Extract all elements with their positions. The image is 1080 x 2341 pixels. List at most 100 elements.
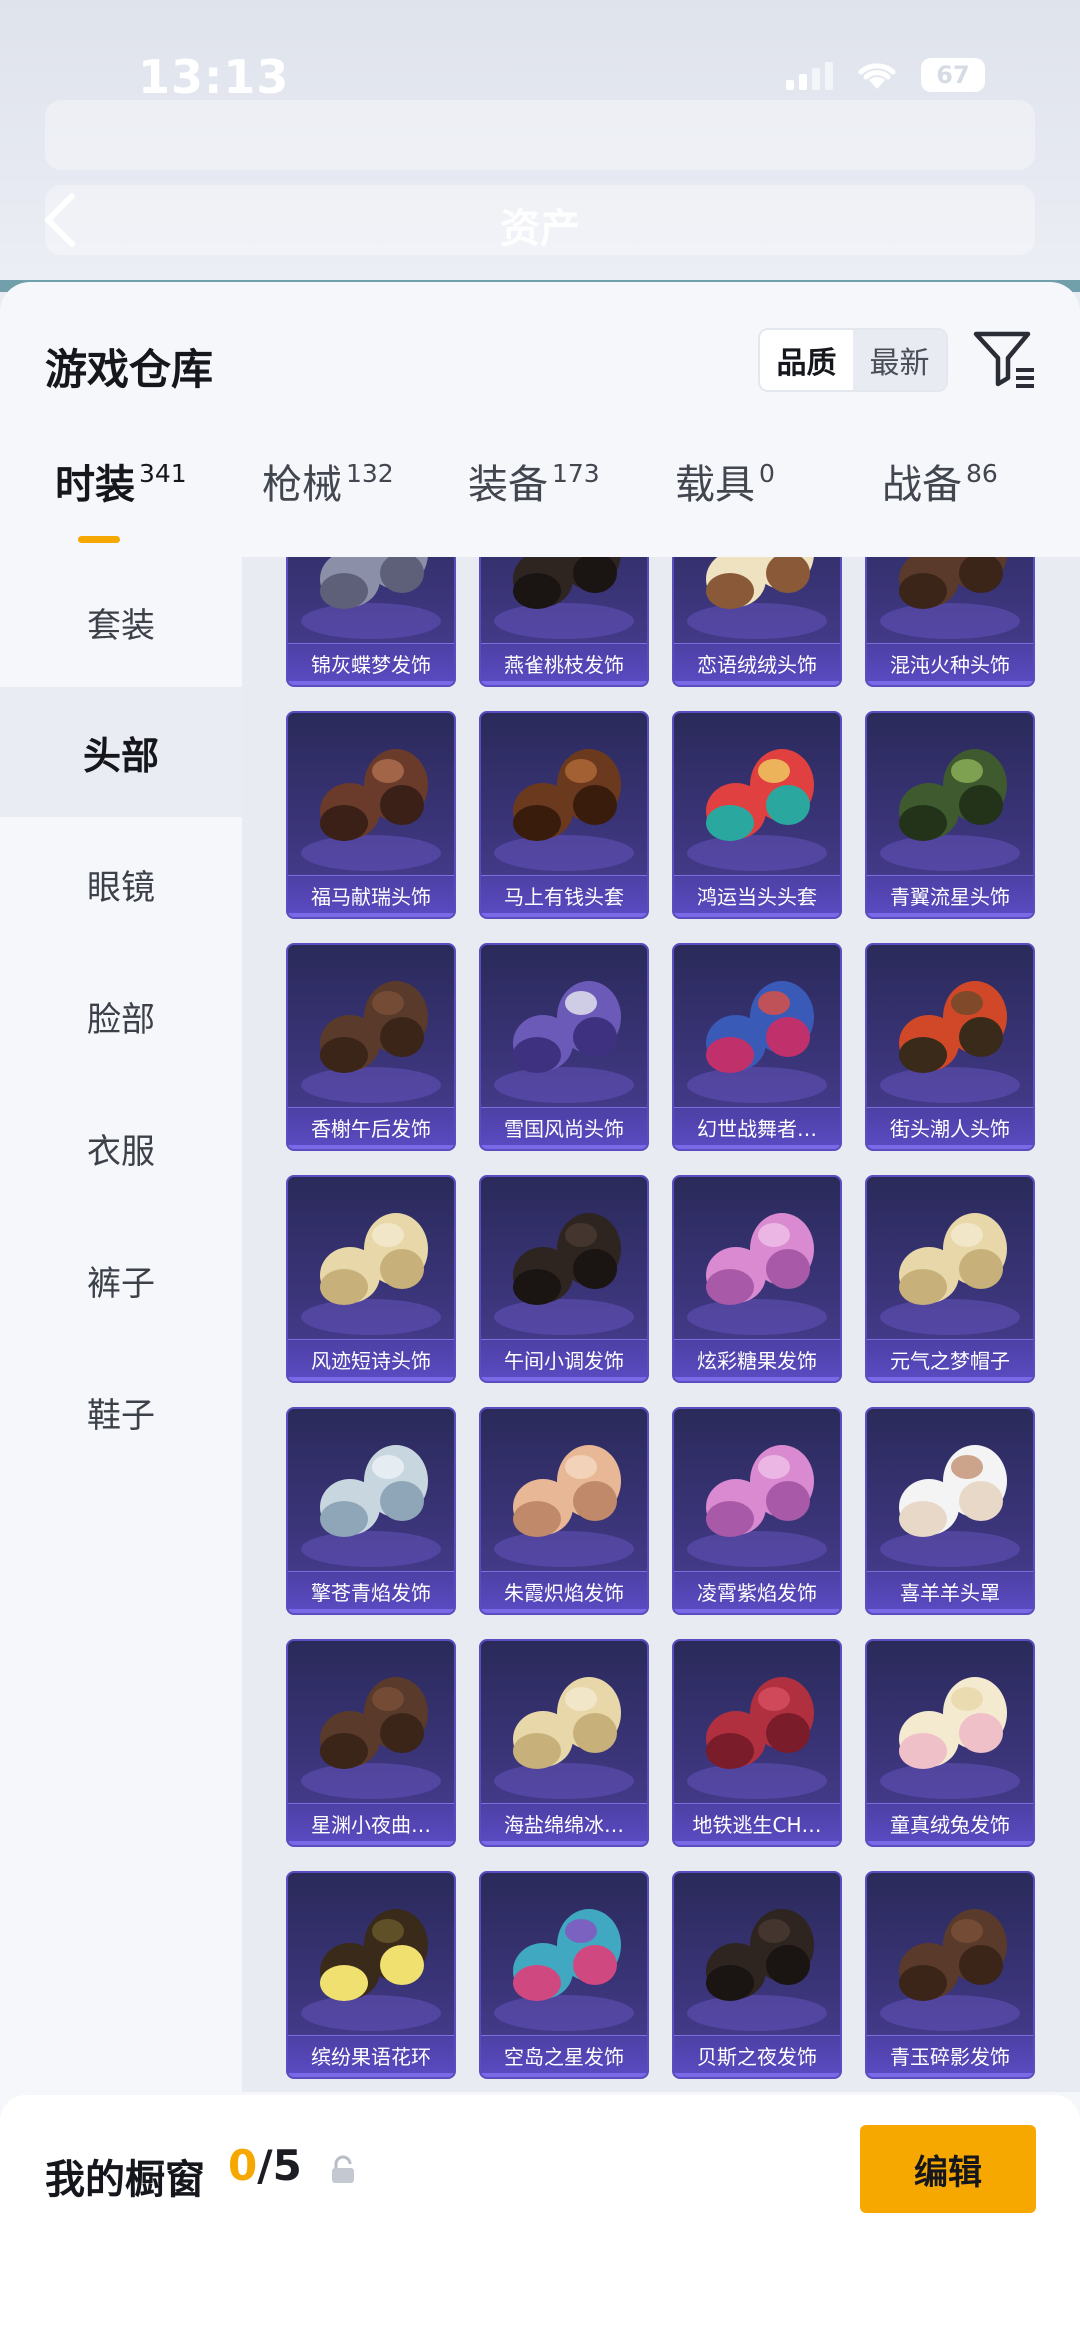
status-icons: 67 — [786, 58, 985, 92]
wifi-icon — [858, 63, 896, 89]
item-card[interactable]: 朱霞炽焰发饰 — [479, 1407, 649, 1615]
item-thumbnail-icon — [687, 1213, 827, 1335]
sidebar-item-glasses[interactable]: 眼镜 — [0, 819, 242, 949]
item-rarity-stripe — [674, 913, 840, 917]
item-thumbnail-icon — [880, 557, 1020, 639]
item-card[interactable]: 马上有钱头套 — [479, 711, 649, 919]
tab-fashion[interactable]: 时装 341 — [55, 452, 187, 510]
item-card[interactable]: 元气之梦帽子 — [865, 1175, 1035, 1383]
item-rarity-stripe — [481, 1609, 647, 1613]
item-card[interactable]: 喜羊羊头罩 — [865, 1407, 1035, 1615]
item-rarity-stripe — [481, 1145, 647, 1149]
subcategory-sidebar: 套装 头部 眼镜 脸部 衣服 裤子 鞋子 — [0, 557, 242, 2341]
item-card[interactable]: 锦灰蝶梦发饰 — [286, 557, 456, 687]
item-name: 香榭午后发饰 — [311, 1117, 431, 1141]
item-name: 街头潮人头饰 — [890, 1117, 1010, 1141]
item-name: 海盐绵绵冰… — [504, 1813, 624, 1837]
item-card[interactable]: 青玉碎影发饰 — [865, 1871, 1035, 2079]
item-card[interactable]: 星渊小夜曲… — [286, 1639, 456, 1847]
item-rarity-stripe — [481, 2073, 647, 2077]
tab-label: 战备 — [882, 462, 962, 508]
edit-button[interactable]: 编辑 — [860, 2125, 1036, 2213]
item-name: 缤纷果语花环 — [311, 2045, 431, 2069]
lock-icon — [332, 2155, 354, 2183]
tab-label: 枪械 — [262, 462, 342, 508]
page-header-background: 13:13 67 资产 — [0, 0, 1080, 290]
item-name: 炫彩糖果发饰 — [697, 1349, 817, 1373]
item-thumbnail-icon — [494, 981, 634, 1103]
item-card[interactable]: 雪国风尚头饰 — [479, 943, 649, 1151]
header-title: 资产 — [500, 206, 580, 252]
item-card[interactable]: 鸿运当头头套 — [672, 711, 842, 919]
item-name: 朱霞炽焰发饰 — [504, 1581, 624, 1605]
sort-newest-button[interactable]: 最新 — [853, 330, 946, 390]
item-name: 锦灰蝶梦发饰 — [311, 653, 431, 677]
tab-count: 341 — [139, 459, 187, 488]
item-rarity-stripe — [674, 2073, 840, 2077]
item-thumbnail-icon — [301, 1445, 441, 1567]
item-card[interactable]: 童真绒兔发饰 — [865, 1639, 1035, 1847]
item-name: 地铁逃生CH… — [692, 1813, 822, 1837]
item-rarity-stripe — [481, 1841, 647, 1845]
item-card[interactable]: 空岛之星发饰 — [479, 1871, 649, 2079]
item-card[interactable]: 海盐绵绵冰… — [479, 1639, 649, 1847]
item-name: 元气之梦帽子 — [890, 1349, 1010, 1373]
sidebar-item-shoes[interactable]: 鞋子 — [0, 1347, 242, 1477]
sidebar-item-head[interactable]: 头部 — [0, 687, 242, 817]
sidebar-item-sets[interactable]: 套装 — [0, 557, 242, 687]
item-rarity-stripe — [288, 1145, 454, 1149]
item-name: 雪国风尚头饰 — [504, 1117, 624, 1141]
item-card[interactable]: 幻世战舞者… — [672, 943, 842, 1151]
item-card[interactable]: 风迹短诗头饰 — [286, 1175, 456, 1383]
item-thumbnail-icon — [880, 1213, 1020, 1335]
item-card[interactable]: 街头潮人头饰 — [865, 943, 1035, 1151]
battery-icon: 67 — [921, 58, 985, 92]
filter-icon[interactable] — [972, 328, 1038, 390]
item-card[interactable]: 缤纷果语花环 — [286, 1871, 456, 2079]
tab-active-indicator — [78, 536, 120, 543]
sidebar-item-clothes[interactable]: 衣服 — [0, 1083, 242, 1213]
item-name: 凌霄紫焰发饰 — [697, 1581, 817, 1605]
item-card[interactable]: 贝斯之夜发饰 — [672, 1871, 842, 2079]
sort-toggle: 品质 最新 — [758, 328, 948, 392]
item-rarity-stripe — [867, 681, 1033, 685]
item-thumbnail-icon — [494, 1445, 634, 1567]
header-stats-row — [45, 100, 1035, 170]
sidebar-item-pants[interactable]: 裤子 — [0, 1215, 242, 1345]
item-card[interactable]: 地铁逃生CH… — [672, 1639, 842, 1847]
item-name: 青玉碎影发饰 — [890, 2045, 1010, 2069]
item-card[interactable]: 擎苍青焰发饰 — [286, 1407, 456, 1615]
item-thumbnail-icon — [301, 1909, 441, 2031]
item-card[interactable]: 福马献瑞头饰 — [286, 711, 456, 919]
item-thumbnail-icon — [687, 1677, 827, 1799]
item-rarity-stripe — [674, 1145, 840, 1149]
item-name: 星渊小夜曲… — [311, 1813, 431, 1837]
item-rarity-stripe — [481, 913, 647, 917]
tab-firearms[interactable]: 枪械 132 — [262, 452, 394, 510]
item-card[interactable]: 燕雀桃枝发饰 — [479, 557, 649, 687]
tab-label: 装备 — [468, 462, 548, 508]
tab-equipment[interactable]: 装备 173 — [468, 452, 600, 510]
item-card[interactable]: 恋语绒绒头饰 — [672, 557, 842, 687]
item-rarity-stripe — [481, 1377, 647, 1381]
item-card[interactable]: 午间小调发饰 — [479, 1175, 649, 1383]
item-thumbnail-icon — [687, 981, 827, 1103]
item-card[interactable]: 炫彩糖果发饰 — [672, 1175, 842, 1383]
tab-combat-gear[interactable]: 战备 86 — [882, 452, 998, 510]
item-thumbnail-icon — [301, 749, 441, 871]
tab-vehicles[interactable]: 载具 0 — [675, 452, 775, 510]
item-card[interactable]: 混沌火种头饰 — [865, 557, 1035, 687]
sort-quality-button[interactable]: 品质 — [760, 330, 853, 390]
item-card[interactable]: 香榭午后发饰 — [286, 943, 456, 1151]
status-time: 13:13 — [138, 50, 290, 104]
item-card[interactable]: 青翼流星头饰 — [865, 711, 1035, 919]
sidebar-item-face[interactable]: 脸部 — [0, 951, 242, 1081]
item-thumbnail-icon — [687, 749, 827, 871]
tab-label: 时装 — [55, 462, 135, 508]
item-card[interactable]: 凌霄紫焰发饰 — [672, 1407, 842, 1615]
tab-count: 173 — [552, 459, 600, 488]
item-rarity-stripe — [867, 1377, 1033, 1381]
item-name: 混沌火种头饰 — [890, 653, 1010, 677]
item-rarity-stripe — [288, 2073, 454, 2077]
item-thumbnail-icon — [301, 557, 441, 639]
